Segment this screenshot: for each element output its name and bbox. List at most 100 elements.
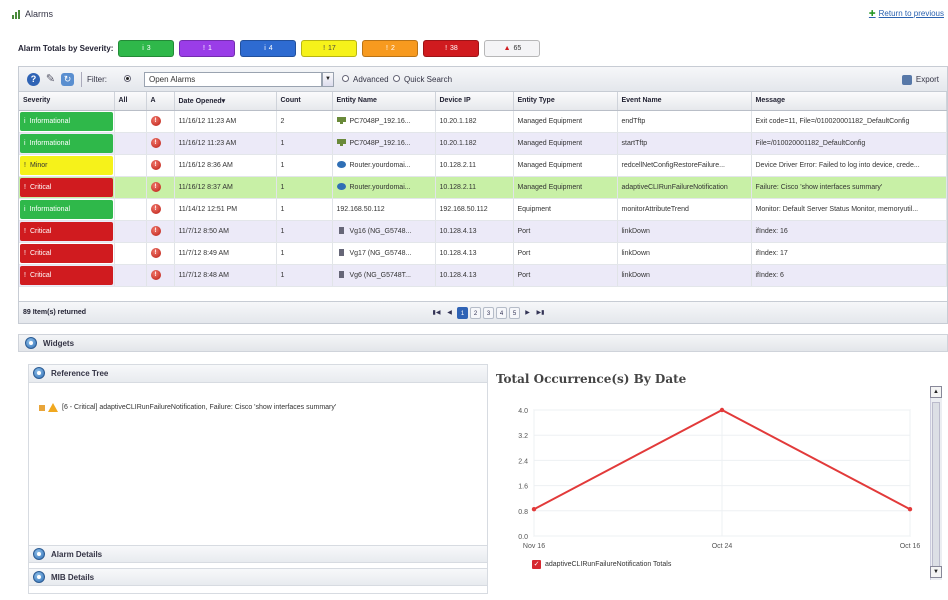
ack-cell[interactable]: ! [146,110,175,133]
page-number[interactable]: 5 [509,307,520,319]
severity-button-warning[interactable]: ! 1 [179,39,236,57]
page-number[interactable]: 1 [457,307,468,319]
device-ip-cell: 10.128.2.11 [435,154,514,177]
info-icon: i [264,44,266,52]
count-cell: 2 [276,110,333,133]
severity-button-critical[interactable]: ! 38 [423,39,480,57]
tree-expand-icon[interactable] [39,404,45,411]
alarm-details-header[interactable]: Alarm Details [29,545,487,563]
widgets-bar[interactable]: Widgets [18,334,948,352]
ack-cell[interactable]: ! [146,242,175,265]
column-header[interactable]: Severity [19,92,115,111]
totals-label: Alarm Totals by Severity: [18,43,114,53]
mib-details-toggle-icon[interactable] [33,571,45,583]
ack-cell[interactable]: ! [146,264,175,287]
quick-search-radio[interactable] [393,75,400,82]
table-row[interactable]: i Informational! 11/16/12 11:23 AM 1 PC7048P… [19,132,947,155]
entity-name: Vg17 (NG_G5748... [349,250,412,257]
event-name-cell: linkDown [617,220,752,243]
reference-tree-header[interactable]: Reference Tree [29,365,487,383]
table-row[interactable]: i Informational! 11/16/12 11:23 AM 2 PC7048P… [19,110,947,133]
severity-icon: i [24,139,26,147]
severity-button-minor[interactable]: ! 17 [301,39,358,57]
alarm-state-icon[interactable]: ! [150,204,161,214]
column-header[interactable]: Message [751,92,947,111]
settings-icon[interactable]: ✎ [44,73,57,86]
severity-button-all[interactable]: ▲ 65 [484,39,541,57]
all-severity-icon: ▲ [503,44,511,52]
refresh-icon[interactable]: ↻ [61,73,74,86]
severity-count: 17 [328,44,336,52]
severity-badge: i Informational [20,111,113,131]
severity-button-info-blue[interactable]: i4 [240,39,297,57]
prev-page-icon[interactable]: ◀ [444,307,455,319]
next-page-icon[interactable]: ▶ [522,307,533,319]
page-number[interactable]: 3 [483,307,494,319]
severity-label: Informational [29,117,71,125]
advanced-radio[interactable] [342,75,349,82]
severity-button-major[interactable]: ! 2 [362,39,419,57]
severity-badge: ! Minor [20,155,113,175]
ack-cell[interactable]: ! [146,198,175,221]
column-header[interactable]: Entity Name [332,92,436,111]
table-row[interactable]: ! Critical! 11/16/12 8:37 AM 1 Router.yourdo… [19,176,947,199]
alarm-state-icon[interactable]: ! [150,248,161,258]
severity-button-informational[interactable]: i3 [118,39,175,57]
entity-name: Vg16 (NG_G5748... [349,228,412,235]
export-button[interactable]: Export [898,71,943,88]
device-ip-cell: 10.20.1.182 [435,110,514,133]
table-row[interactable]: ! Critical! 11/7/12 8:50 AM 1 Vg16 (NG_G5748… [19,220,947,243]
scroll-thumb[interactable] [932,402,940,572]
legend-checkbox[interactable]: ✓ [532,560,541,569]
alarm-state-icon[interactable]: ! [150,270,161,280]
severity-cell: ! Critical [19,176,115,199]
chevron-down-icon[interactable]: ▼ [322,72,334,87]
alarm-state-icon[interactable]: ! [150,182,161,192]
first-page-icon[interactable]: ▮◀ [431,307,442,319]
all-cell [114,132,147,155]
column-header[interactable]: All [114,92,147,111]
chart-legend[interactable]: ✓ adaptiveCLIRunFailureNotification Tota… [532,560,671,569]
return-link[interactable]: ✚ Return to previous [869,9,944,18]
entity-type-cell: Equipment [513,198,618,221]
page-number[interactable]: 4 [496,307,507,319]
column-header[interactable]: Entity Type [513,92,618,111]
all-cell [114,154,147,177]
scroll-up-icon[interactable]: ▲ [930,386,942,398]
alarm-state-icon[interactable]: ! [150,226,161,236]
alarm-state-icon[interactable]: ! [150,116,161,126]
data-point [531,507,537,512]
ack-cell[interactable]: ! [146,132,175,155]
alarm-details-toggle-icon[interactable] [33,548,45,560]
help-icon[interactable]: ? [27,73,40,86]
alarm-state-icon[interactable]: ! [150,138,161,148]
page-number[interactable]: 2 [470,307,481,319]
filter-radio[interactable] [124,75,131,82]
table-row[interactable]: i Informational! 11/14/12 12:51 PM 1 192.168… [19,198,947,221]
ack-cell[interactable]: ! [146,220,175,243]
date-cell: 11/14/12 12:51 PM [174,198,277,221]
table-row[interactable]: ! Minor! 11/16/12 8:36 AM 1 Router.yourdomai… [19,154,947,177]
column-header[interactable]: Date Opened▾ [174,92,277,111]
filter-select[interactable]: Open Alarms [144,72,322,87]
scroll-down-icon[interactable]: ▼ [930,566,942,578]
ack-cell[interactable]: ! [146,154,175,177]
table-row[interactable]: ! Critical! 11/7/12 8:49 AM 1 Vg17 (NG_G5748… [19,242,947,265]
x-tick-label: Oct 24 [712,543,733,550]
mib-details-header[interactable]: MIB Details [29,568,487,586]
ack-cell[interactable]: ! [146,176,175,199]
table-row[interactable]: ! Critical! 11/7/12 8:48 AM 1 Vg6 (NG_G5748T… [19,264,947,287]
alarm-state-icon[interactable]: ! [150,160,161,170]
event-name-cell: redcellNetConfigRestoreFailure... [617,154,752,177]
column-header[interactable]: Count [276,92,333,111]
column-header[interactable]: Device IP [435,92,514,111]
reference-tree-toggle-icon[interactable] [33,367,45,379]
tree-item[interactable]: [6 - Critical] adaptiveCLIRunFailureNoti… [39,403,336,412]
widgets-left-pane: Reference Tree [6 - Critical] adaptiveCL… [28,364,488,594]
column-header[interactable]: A [146,92,175,111]
severity-badge: ! Critical [20,265,113,285]
last-page-icon[interactable]: ▶▮ [535,307,546,319]
column-header[interactable]: Event Name [617,92,752,111]
entity-cell: PC7048P_192.16... [332,110,436,133]
widgets-toggle-icon[interactable] [25,337,37,349]
